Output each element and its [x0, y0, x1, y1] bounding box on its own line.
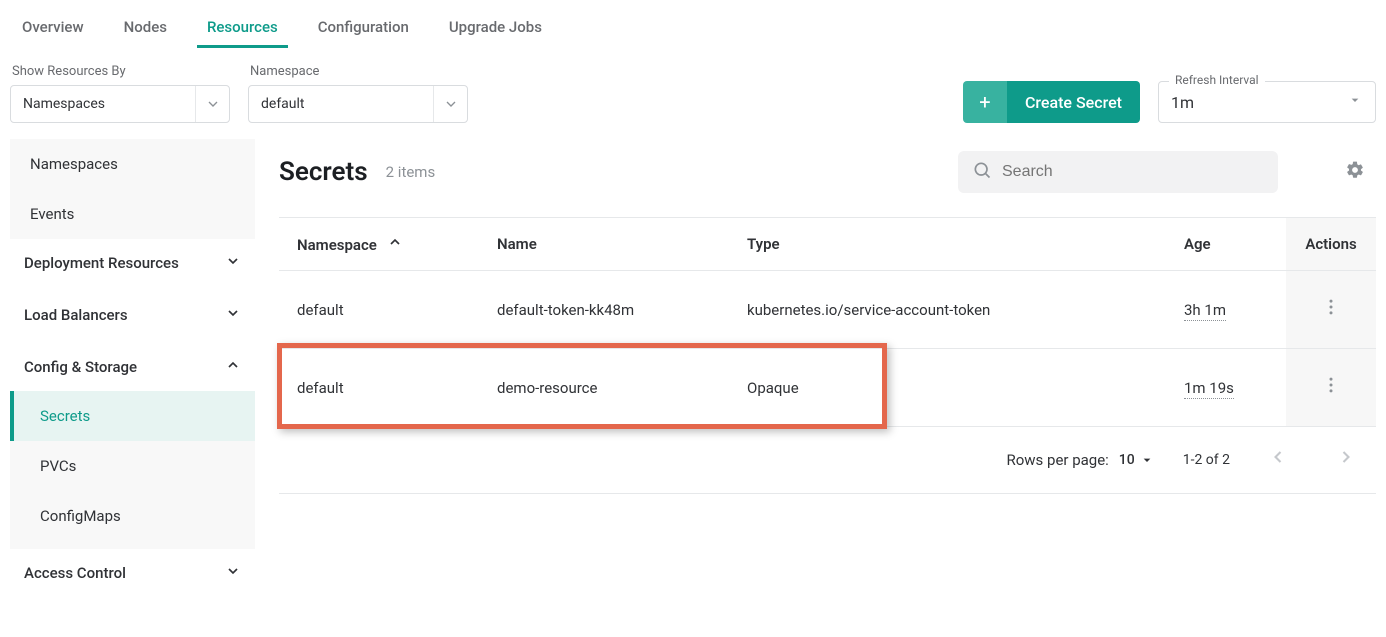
chevron-down-icon: [433, 86, 467, 122]
chevron-up-icon: [225, 357, 241, 377]
sidebar-group-access-control[interactable]: Access Control: [10, 549, 255, 597]
sidebar-item-secrets[interactable]: Secrets: [10, 391, 255, 441]
sort-asc-icon: [387, 239, 403, 254]
row-menu-button[interactable]: [1321, 298, 1341, 322]
settings-button[interactable]: [1334, 151, 1376, 193]
sidebar-item-namespaces[interactable]: Namespaces: [10, 139, 255, 189]
filter-bar: Show Resources By Namespaces Namespace d…: [0, 48, 1386, 123]
top-tabs: Overview Nodes Resources Configuration U…: [0, 0, 1386, 48]
table-wrap: Namespace Name Type Age Actions default …: [279, 217, 1376, 427]
rows-per-page-label: Rows per page:: [1006, 451, 1108, 469]
sidebar-group-label: Access Control: [24, 564, 126, 582]
plus-icon: +: [963, 81, 1007, 123]
sidebar-group-load-balancers[interactable]: Load Balancers: [10, 291, 255, 339]
chevron-down-icon: [225, 305, 241, 325]
show-resources-by-group: Show Resources By Namespaces: [10, 64, 230, 123]
cell-actions: [1286, 349, 1376, 427]
tab-overview[interactable]: Overview: [20, 10, 86, 48]
chevron-down-icon: [225, 563, 241, 583]
row-menu-button[interactable]: [1321, 376, 1341, 400]
pagination: Rows per page: 10 1-2 of 2: [279, 427, 1376, 494]
col-type[interactable]: Type: [729, 218, 1166, 271]
tab-upgrade-jobs[interactable]: Upgrade Jobs: [447, 10, 544, 48]
namespace-select[interactable]: default: [248, 85, 468, 123]
refresh-interval-legend: Refresh Interval: [1169, 73, 1265, 87]
col-namespace[interactable]: Namespace: [279, 218, 479, 271]
sidebar-item-events[interactable]: Events: [10, 189, 255, 239]
show-resources-by-value: Namespaces: [23, 96, 105, 112]
chevron-down-icon: [195, 86, 229, 122]
cell-type: Opaque: [729, 349, 1166, 427]
col-age[interactable]: Age: [1166, 218, 1286, 271]
cell-name: default-token-kk48m: [479, 271, 729, 349]
page-title: Secrets: [279, 157, 368, 187]
table-row[interactable]: default default-token-kk48m kubernetes.i…: [279, 271, 1376, 349]
cell-namespace: default: [279, 349, 479, 427]
sidebar: Namespaces Events Deployment Resources L…: [10, 139, 255, 597]
namespace-group: Namespace default: [248, 64, 468, 123]
dropdown-icon: [1347, 92, 1363, 112]
main-content: Secrets 2 items Namespace: [279, 139, 1376, 494]
search-box[interactable]: [958, 151, 1278, 193]
cell-namespace: default: [279, 271, 479, 349]
namespace-value: default: [261, 96, 305, 112]
refresh-interval-select[interactable]: Refresh Interval 1m: [1158, 81, 1376, 123]
cell-age: 3h 1m: [1166, 271, 1286, 349]
cell-name: demo-resource: [479, 349, 729, 427]
sidebar-group-deployment-resources[interactable]: Deployment Resources: [10, 239, 255, 287]
tab-nodes[interactable]: Nodes: [122, 10, 169, 48]
items-count: 2 items: [386, 163, 436, 181]
cell-age: 1m 19s: [1166, 349, 1286, 427]
page-range: 1-2 of 2: [1183, 452, 1230, 468]
sidebar-group-label: Config & Storage: [24, 358, 137, 376]
cell-type: kubernetes.io/service-account-token: [729, 271, 1166, 349]
rows-per-page-select[interactable]: 10: [1119, 452, 1155, 468]
namespace-label: Namespace: [248, 64, 468, 79]
chevron-down-icon: [225, 253, 241, 273]
create-secret-label: Create Secret: [1007, 81, 1140, 123]
sidebar-item-configmaps[interactable]: ConfigMaps: [10, 491, 255, 541]
show-resources-by-select[interactable]: Namespaces: [10, 85, 230, 123]
col-name[interactable]: Name: [479, 218, 729, 271]
page-next-button[interactable]: [1326, 447, 1366, 473]
tab-resources[interactable]: Resources: [205, 10, 280, 48]
refresh-interval-value: 1m: [1171, 93, 1194, 112]
create-secret-button[interactable]: + Create Secret: [963, 81, 1140, 123]
col-actions: Actions: [1286, 218, 1376, 271]
show-resources-by-label: Show Resources By: [10, 64, 230, 79]
tab-configuration[interactable]: Configuration: [316, 10, 411, 48]
sidebar-group-label: Deployment Resources: [24, 254, 179, 272]
sidebar-group-label: Load Balancers: [24, 306, 128, 324]
search-icon: [972, 160, 992, 184]
search-input[interactable]: [1002, 163, 1264, 181]
table-row[interactable]: default demo-resource Opaque 1m 19s: [279, 349, 1376, 427]
sidebar-group-config-storage[interactable]: Config & Storage: [10, 343, 255, 391]
secrets-table: Namespace Name Type Age Actions default …: [279, 217, 1376, 427]
sidebar-item-pvcs[interactable]: PVCs: [10, 441, 255, 491]
gear-icon: [1345, 160, 1365, 184]
cell-actions: [1286, 271, 1376, 349]
page-prev-button[interactable]: [1258, 447, 1298, 473]
